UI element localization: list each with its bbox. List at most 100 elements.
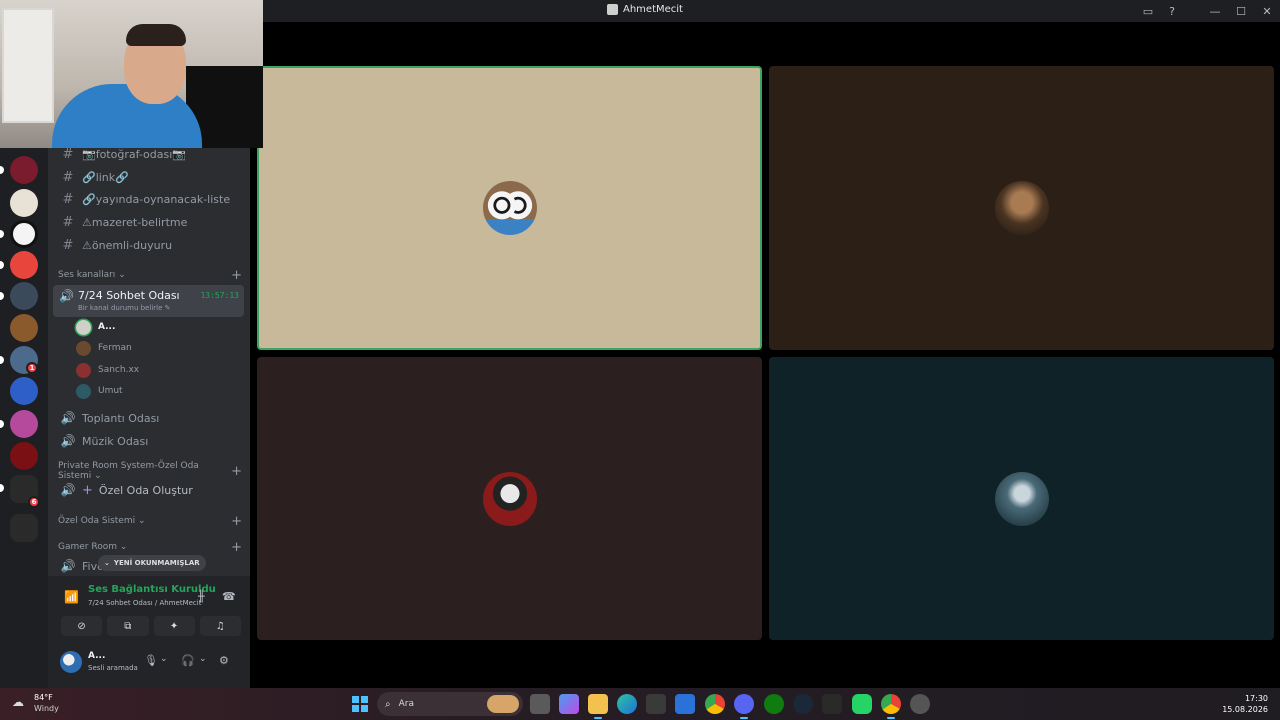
activities-button[interactable]: ✦ (153, 616, 195, 636)
server-icon-simge[interactable] (10, 156, 38, 184)
participant-tile[interactable] (257, 357, 762, 640)
server-icon-8[interactable] (10, 377, 38, 405)
category-voice[interactable]: Ses kanalları ⌄ + (58, 268, 244, 283)
avatar[interactable] (60, 651, 82, 673)
discord-icon[interactable] (734, 694, 754, 719)
soundboard-button[interactable]: ♫ (199, 616, 241, 636)
task-view-icon[interactable] (530, 694, 550, 714)
taskbar: ☁ 84°F Windy ⌕ Ara 17:30 15.08.2026 (0, 688, 1280, 720)
weather-widget[interactable]: ☁ 84°F Windy (12, 692, 72, 716)
chevron-down-icon[interactable]: ⌄ (199, 654, 207, 664)
gear-icon[interactable]: ⚙ (219, 654, 229, 667)
server-folder-2[interactable] (10, 514, 38, 542)
weather-desc: Windy (34, 704, 59, 713)
file-explorer-icon[interactable] (588, 694, 608, 719)
user-status: Sesli aramada (88, 664, 138, 672)
taskbar-clock[interactable]: 17:30 15.08.2026 (1222, 693, 1268, 715)
category-private[interactable]: Private Room System-Özel Oda Sistemi ⌄ + (58, 461, 244, 481)
channel-mazeret[interactable]: # ⚠mazeret-belirtme (56, 211, 244, 233)
channel-yayinda[interactable]: # 🔗yayında-oynanacak-liste (56, 188, 244, 210)
server-icon-4[interactable] (10, 251, 38, 279)
chevron-down-icon[interactable]: ⌄ (160, 654, 168, 664)
server-icon-5[interactable] (10, 282, 38, 310)
user-name[interactable]: A... (88, 651, 105, 661)
voice-member[interactable]: A... (76, 317, 115, 337)
chrome-icon[interactable] (705, 694, 725, 714)
steam-icon[interactable] (793, 694, 813, 714)
channel-label: 7/24 Sohbet Odası (78, 289, 180, 302)
inbox-icon[interactable]: ▭ (1136, 0, 1160, 22)
voice-member[interactable]: Sanch.xx (76, 360, 139, 380)
server-icon-6[interactable] (10, 314, 38, 342)
pencil-icon: ✎ (164, 304, 171, 312)
voice-member[interactable]: Umut (76, 381, 123, 401)
maximize-button[interactable]: ☐ (1228, 0, 1254, 22)
headphones-icon[interactable]: 🎧 (181, 654, 195, 667)
plus-icon[interactable]: + (231, 268, 242, 283)
active-voice-channel[interactable]: 🔊 7/24 Sohbet Odası Bir kanal durumu bel… (53, 285, 244, 317)
whatsapp-icon[interactable] (852, 694, 872, 714)
hash-icon: # (62, 191, 74, 207)
server-icon-bf[interactable] (10, 220, 38, 248)
copilot-icon[interactable] (559, 694, 579, 714)
windows-start-icon[interactable] (352, 696, 368, 712)
epic-games-icon[interactable] (822, 694, 842, 714)
avatar (76, 340, 91, 356)
search-placeholder: Ara (398, 699, 414, 709)
voice-member[interactable]: Ferman (76, 338, 132, 358)
chevron-down-icon: ⌄ (104, 559, 110, 567)
voice-stage (250, 22, 1280, 688)
voice-channel-text[interactable]: 7/24 Sohbet Odası / AhmetMecit (88, 599, 201, 607)
disconnect-icon[interactable]: ☎ (222, 590, 236, 603)
call-timer: 13:57:13 (200, 291, 239, 300)
unread-pill (0, 261, 4, 269)
category-gamer[interactable]: Gamer Room ⌄ + (58, 540, 244, 555)
signal-icon[interactable]: 📶 (64, 590, 79, 604)
participant-tile-speaking[interactable] (257, 66, 762, 350)
mail-icon[interactable] (675, 694, 695, 714)
status-hint-text: Bir kanal durumu belirle (78, 304, 163, 312)
camera-button[interactable]: ⊘ (61, 616, 103, 636)
wind-icon: ☁ (12, 695, 24, 709)
channel-create-room[interactable]: 🔊 + Özel Oda Oluştur (56, 479, 244, 501)
unread-banner[interactable]: ⌄ YENİ OKUNMAMIŞLAR (98, 555, 206, 571)
obs-icon[interactable] (910, 694, 930, 714)
category-private-2[interactable]: Özel Oda Sistemi ⌄ + (58, 514, 244, 529)
unread-pill (0, 292, 4, 300)
minimize-button[interactable]: — (1202, 0, 1228, 22)
plus-icon[interactable]: + (231, 514, 242, 529)
channel-toplanti[interactable]: 🔊 Toplantı Odası (56, 407, 244, 429)
member-name: Umut (98, 386, 123, 396)
plus-icon[interactable]: + (231, 464, 242, 479)
chevron-down-icon: ⌄ (119, 542, 128, 552)
channel-onemli[interactable]: # ⚠önemli-duyuru (56, 234, 244, 256)
participant-tile[interactable] (769, 357, 1274, 640)
channel-status-hint[interactable]: Bir kanal durumu belirle ✎ (78, 304, 171, 312)
avatar (76, 319, 91, 335)
member-name: Ferman (98, 343, 132, 353)
channel-label: ⚠önemli-duyuru (82, 238, 173, 252)
screen: AhmetMecit ▭ ? — ☐ ✕ 1 6 # 📷fotoğraf-oda… (0, 0, 1280, 720)
clock-time: 17:30 (1244, 694, 1268, 703)
noise-suppression-icon[interactable]: ╫ (198, 590, 205, 603)
participant-tile[interactable] (769, 66, 1274, 350)
avatar (482, 471, 537, 526)
store-icon[interactable] (646, 694, 666, 714)
help-icon[interactable]: ? (1160, 0, 1184, 22)
edge-icon[interactable] (617, 694, 637, 714)
chrome-profile-icon[interactable] (881, 694, 901, 719)
voice-status-text[interactable]: Ses Bağlantısı Kuruldu (88, 584, 216, 595)
xbox-icon[interactable] (764, 694, 784, 714)
plus-icon[interactable]: + (231, 540, 242, 555)
server-icon-10[interactable] (10, 442, 38, 470)
channel-link[interactable]: # 🔗link🔗 (56, 166, 244, 188)
channel-label: Toplantı Odası (82, 411, 160, 425)
server-icon-9[interactable] (10, 410, 38, 438)
close-button[interactable]: ✕ (1254, 0, 1280, 22)
webcam-overlay (0, 0, 263, 148)
server-icon-2[interactable] (10, 189, 38, 217)
microphone-icon[interactable]: 🎙 (144, 654, 158, 667)
taskbar-search[interactable]: ⌕ Ara (377, 692, 523, 716)
channel-muzik[interactable]: 🔊 Müzik Odası (56, 430, 244, 452)
screen-share-button[interactable]: ⧉ (107, 616, 149, 636)
